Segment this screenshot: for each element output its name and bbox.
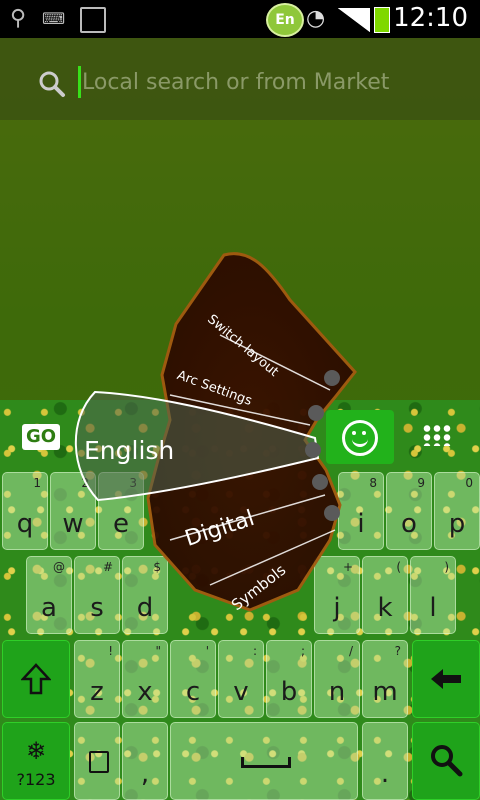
clock: 12:10 (393, 3, 468, 33)
period-key[interactable]: . (362, 722, 408, 800)
key-j[interactable]: + j (314, 556, 360, 634)
key-e[interactable]: 3 e (98, 472, 144, 550)
key-m[interactable]: ? m (362, 640, 408, 718)
key-x[interactable]: " x (122, 640, 168, 718)
key-k[interactable]: ( k (362, 556, 408, 634)
backspace-arrow-icon (431, 669, 461, 689)
symbols-key-label: ?123 (16, 770, 56, 789)
language-badge: En (266, 3, 304, 37)
key-v[interactable]: : v (218, 640, 264, 718)
comma-key[interactable]: , (122, 722, 168, 800)
space-key[interactable] (170, 722, 358, 800)
status-bar: ⚲ ⌨ En ◔ 12:10 (0, 0, 480, 38)
key-s[interactable]: # s (74, 556, 120, 634)
key-b[interactable]: ; b (266, 640, 312, 718)
keyboard-grid-icon[interactable] (422, 424, 452, 446)
keyboard-icon: ⌨ (42, 9, 66, 28)
key-w[interactable]: 2 w (50, 472, 96, 550)
wifi-icon: ◔ (306, 6, 326, 31)
go-logo[interactable]: GO (22, 424, 60, 450)
arc-item-english[interactable]: English (84, 436, 174, 465)
arc-menu-dot (324, 370, 340, 386)
shift-key[interactable] (2, 640, 70, 718)
emoji-button[interactable] (326, 410, 394, 464)
signal-icon (338, 8, 370, 32)
search-key[interactable] (412, 722, 480, 800)
arc-item-switch-layout[interactable]: Switch layout (204, 312, 281, 380)
snowflake-icon: ❄ (25, 737, 47, 765)
usb-icon: ⚲ (10, 6, 27, 31)
key-z[interactable]: ! z (74, 640, 120, 718)
search-icon[interactable] (38, 70, 66, 98)
key-i[interactable]: 8 i (338, 472, 384, 550)
key-n[interactable]: / n (314, 640, 360, 718)
key-q[interactable]: 1 q (2, 472, 48, 550)
key-l[interactable]: ) l (410, 556, 456, 634)
dictionary-key[interactable] (74, 722, 120, 800)
symbols-key[interactable]: ❄ ?123 (2, 722, 70, 800)
search-input[interactable] (78, 66, 472, 98)
smiley-icon (342, 420, 378, 456)
key-a[interactable]: @ a (26, 556, 72, 634)
sim-icon (80, 7, 106, 33)
key-p[interactable]: 0 p (434, 472, 480, 550)
dictionary-icon (89, 751, 109, 773)
backspace-key[interactable] (412, 640, 480, 718)
search-icon (431, 745, 463, 777)
space-bar-icon (241, 757, 291, 768)
shift-arrow-icon (21, 663, 51, 695)
key-o[interactable]: 9 o (386, 472, 432, 550)
battery-icon (374, 7, 390, 33)
key-c[interactable]: ' c (170, 640, 216, 718)
key-d[interactable]: $ d (122, 556, 168, 634)
